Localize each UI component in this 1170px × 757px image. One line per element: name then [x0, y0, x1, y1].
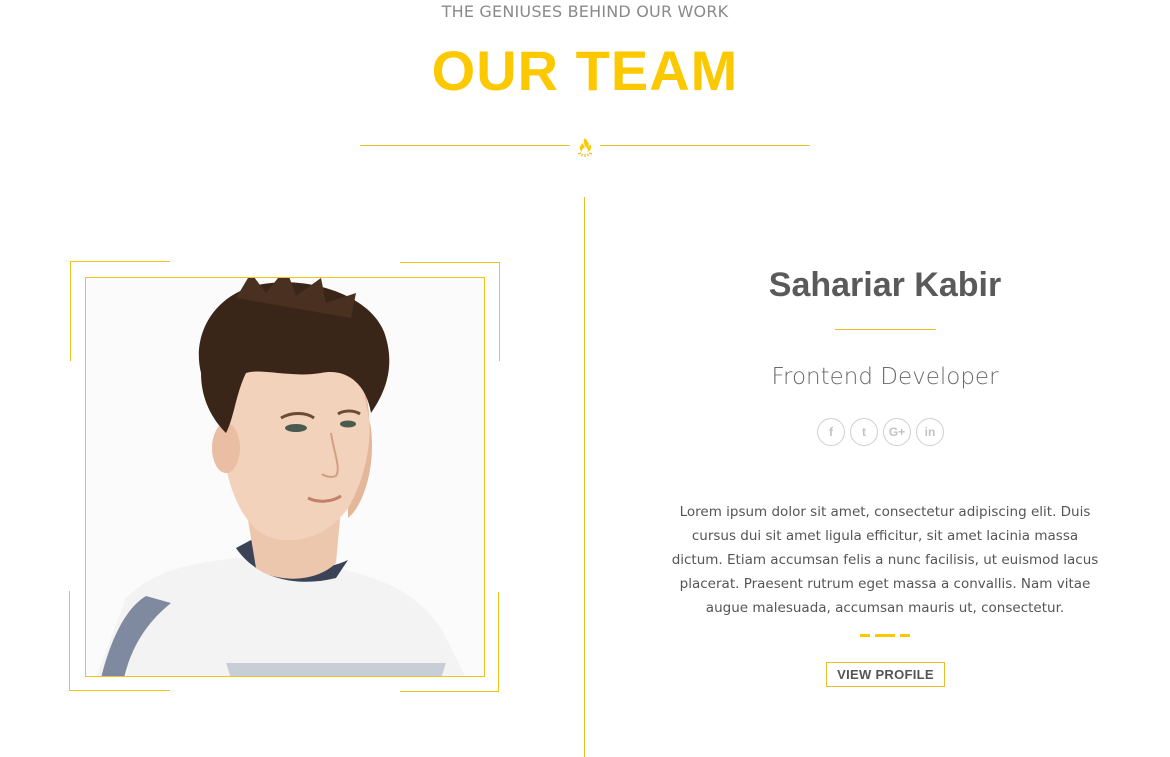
flame-icon: [577, 138, 593, 157]
center-divider: [584, 197, 585, 757]
name-underline: [835, 329, 936, 330]
social-links: f t G+ in: [817, 418, 944, 446]
section-subtitle: THE GENIUSES BEHIND OUR WORK: [441, 2, 729, 21]
view-profile-button[interactable]: VIEW PROFILE: [826, 662, 945, 687]
team-member-photo: [85, 277, 485, 677]
google-plus-icon[interactable]: G+: [883, 418, 911, 446]
title-separator-right: [600, 145, 810, 146]
member-bio: Lorem ipsum dolor sit amet, consectetur …: [671, 504, 1099, 616]
linkedin-icon[interactable]: in: [916, 418, 944, 446]
facebook-icon[interactable]: f: [817, 418, 845, 446]
title-separator-left: [360, 145, 570, 146]
portrait-illustration: [86, 278, 484, 676]
member-name: Sahariar Kabir: [768, 266, 1002, 304]
member-role: Frontend Developer: [771, 364, 999, 390]
section-title: OUR TEAM: [431, 39, 739, 102]
twitter-icon[interactable]: t: [850, 418, 878, 446]
